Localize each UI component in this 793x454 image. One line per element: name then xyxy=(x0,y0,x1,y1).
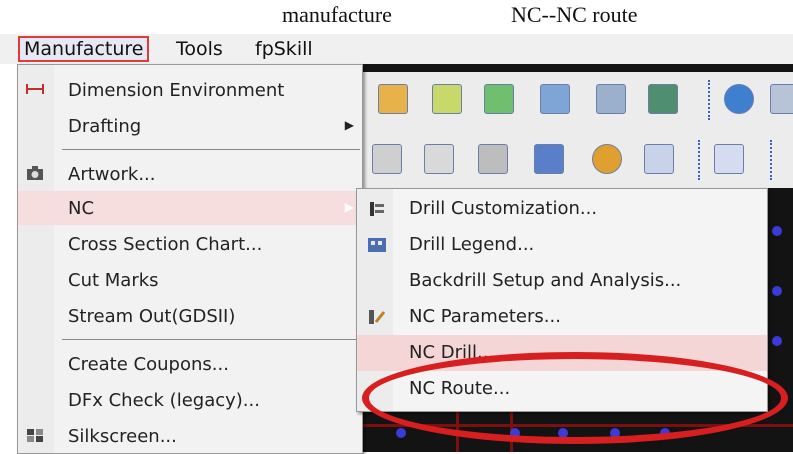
menu-item-label: Silkscreen... xyxy=(68,426,177,447)
menu-item-label: Drill Legend... xyxy=(409,234,535,255)
menu-fpskill[interactable]: fpSkill xyxy=(252,38,316,60)
pad-array-icon[interactable] xyxy=(644,144,674,174)
toolbar-separator xyxy=(698,140,702,180)
toolbar-separator xyxy=(770,140,774,180)
menu-item-label: Dimension Environment xyxy=(68,80,285,101)
menu-item-dimension-environment[interactable]: Dimension Environment xyxy=(18,73,362,107)
menu-item-label: NC Parameters... xyxy=(409,306,561,327)
menu-item-label: Stream Out(GDSII) xyxy=(68,306,236,327)
via xyxy=(396,428,406,438)
menu-item-cross-section-chart[interactable]: Cross Section Chart... xyxy=(18,227,362,261)
toolbar-row-2 xyxy=(360,130,793,189)
menu-item-nc[interactable]: NC ▶ xyxy=(18,191,362,225)
manufacture-menu: Dimension Environment Drafting ▶ Artwork… xyxy=(17,64,363,454)
caption-nc-route: NC--NC route xyxy=(511,2,638,27)
menu-item-artwork[interactable]: Artwork... xyxy=(18,157,362,191)
drill-legend-icon xyxy=(368,238,386,252)
globe-icon[interactable] xyxy=(648,84,678,114)
dimension-icon xyxy=(26,84,44,94)
menu-item-create-coupons[interactable]: Create Coupons... xyxy=(18,347,362,381)
drill-legend-icon[interactable] xyxy=(478,144,508,174)
nc-parameters-icon xyxy=(369,310,386,324)
component-icon[interactable] xyxy=(378,84,408,114)
menu-item-drill-legend[interactable]: Drill Legend... xyxy=(357,227,767,263)
silkscreen-icon xyxy=(27,429,43,442)
menu-item-label: NC xyxy=(68,198,95,219)
menu-item-label: Backdrill Setup and Analysis... xyxy=(409,270,682,291)
menu-item-label: Drill Customization... xyxy=(409,198,598,219)
menu-item-label: Artwork... xyxy=(68,164,156,185)
menu-item-label: Create Coupons... xyxy=(68,354,229,375)
camera-icon[interactable] xyxy=(372,144,402,174)
menu-manufacture[interactable]: Manufacture xyxy=(18,36,150,62)
via xyxy=(772,226,782,236)
camera-icon xyxy=(27,166,43,180)
route-icon[interactable] xyxy=(714,144,744,174)
menu-item-backdrill-setup[interactable]: Backdrill Setup and Analysis... xyxy=(357,263,767,299)
test-point-icon[interactable] xyxy=(592,144,622,174)
submenu-arrow-icon: ▶ xyxy=(344,118,354,132)
cm-icon[interactable] xyxy=(540,84,570,114)
via xyxy=(772,336,782,346)
menu-item-nc-parameters[interactable]: NC Parameters... xyxy=(357,299,767,335)
dot-grid-icon[interactable] xyxy=(534,144,564,174)
menu-tools[interactable]: Tools xyxy=(173,38,226,60)
grid-tool-icon[interactable] xyxy=(432,84,462,114)
drill-customization-icon xyxy=(370,202,384,216)
menu-item-drafting[interactable]: Drafting ▶ xyxy=(18,109,362,143)
toolbar-separator xyxy=(708,80,712,120)
info-icon[interactable] xyxy=(724,84,754,114)
menu-separator xyxy=(62,339,360,340)
menu-bar: Manufacture Tools fpSkill xyxy=(0,34,793,64)
menu-item-cut-marks[interactable]: Cut Marks xyxy=(18,263,362,297)
menu-item-stream-out[interactable]: Stream Out(GDSII) xyxy=(18,299,362,333)
menu-separator xyxy=(62,149,360,150)
menu-item-dfx-check[interactable]: DFx Check (legacy)... xyxy=(18,383,362,417)
annotation-ring xyxy=(362,352,788,444)
toolbar-row-1 xyxy=(360,72,793,131)
via xyxy=(772,286,782,296)
submenu-arrow-icon: ▶ xyxy=(344,200,354,214)
layers-icon[interactable] xyxy=(484,84,514,114)
menu-item-label: Cross Section Chart... xyxy=(68,234,263,255)
menu-item-silkscreen[interactable]: Silkscreen... xyxy=(18,419,362,453)
caption-manufacture: manufacture xyxy=(282,2,392,27)
panel-icon[interactable] xyxy=(770,84,793,114)
menu-item-label: Cut Marks xyxy=(68,270,159,291)
menu-item-drill-customization[interactable]: Drill Customization... xyxy=(357,191,767,227)
r1r2-icon[interactable] xyxy=(424,144,454,174)
menu-item-label: DFx Check (legacy)... xyxy=(68,390,260,411)
menu-item-label: Drafting xyxy=(68,116,142,137)
dfa-icon[interactable] xyxy=(596,84,626,114)
